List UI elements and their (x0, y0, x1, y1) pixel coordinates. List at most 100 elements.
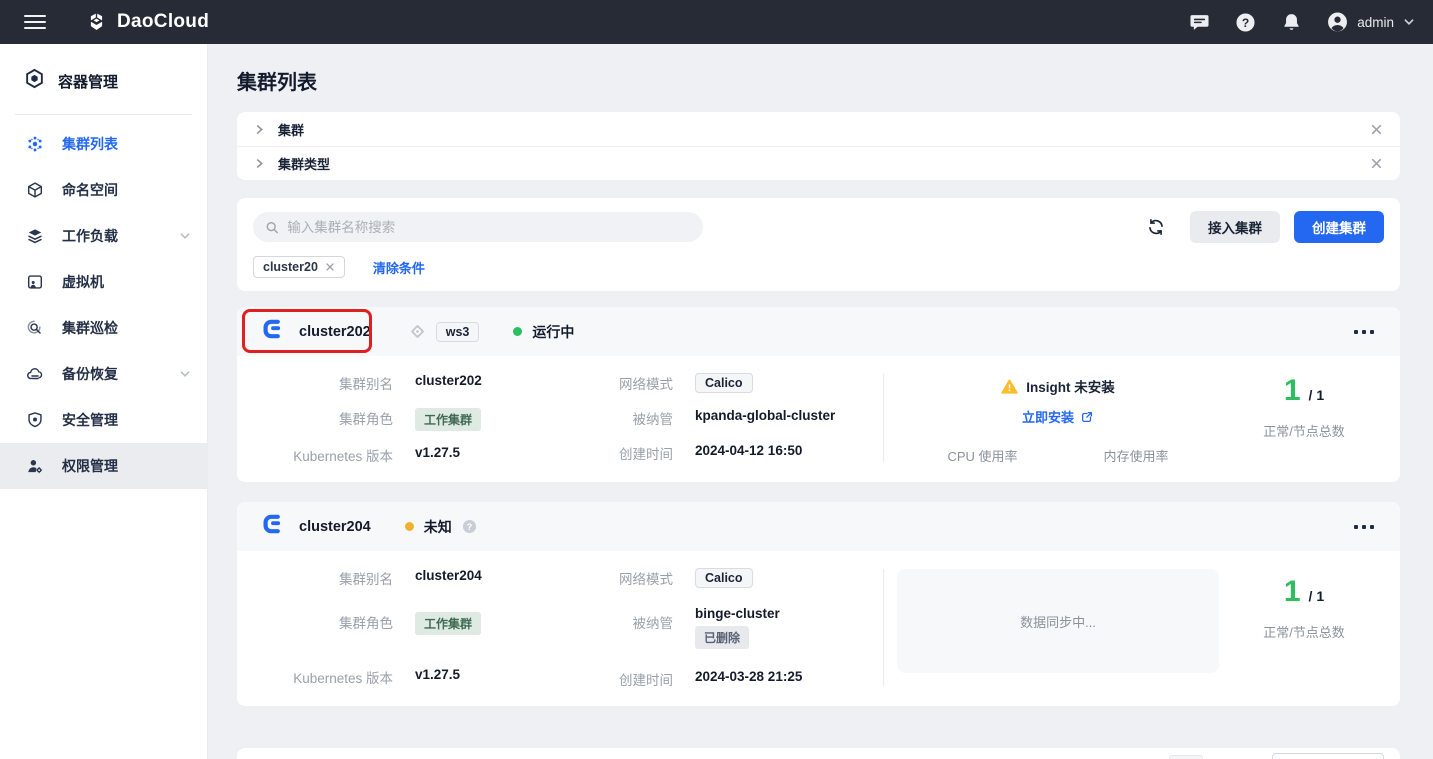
more-actions-icon[interactable] (1352, 324, 1376, 340)
sidebar-item-label: 工作负载 (62, 226, 118, 246)
main-content: 集群列表 集群 集群类型 (208, 44, 1433, 759)
field-value: binge-cluster (695, 606, 780, 621)
field-label: 集群别名 (261, 370, 393, 393)
create-cluster-button[interactable]: 创建集群 (1294, 211, 1384, 243)
filter-label: 集群 (278, 120, 304, 139)
role-tag: 工作集群 (415, 408, 481, 431)
brand: DaoCloud (86, 11, 209, 33)
bell-icon[interactable] (1281, 12, 1302, 33)
status-dot (513, 327, 522, 336)
nodes-section: 1 / 1 正常/节点总数 (1232, 565, 1376, 690)
user-menu[interactable]: admin (1327, 12, 1415, 33)
search-panel: 接入集群 创建集群 cluster20 清除条件 (237, 198, 1400, 291)
topbar-actions: ? admin (1189, 12, 1415, 33)
nodes-section: 1 / 1 正常/节点总数 (1232, 370, 1376, 466)
sidebar-item-namespace[interactable]: 命名空间 (0, 167, 207, 213)
field-label: 集群角色 (261, 609, 393, 632)
sidebar: 容器管理 集群列表 命名空间 工作负载 (0, 44, 208, 759)
cluster-name[interactable]: cluster202 (299, 324, 371, 340)
chevron-right-icon (254, 124, 265, 135)
chevron-down-icon (1403, 16, 1415, 28)
data-syncing-box: 数据同步中... (897, 569, 1219, 673)
workspace-tag: ws3 (436, 322, 480, 342)
backup-icon (26, 365, 44, 383)
field-label: 网络模式 (583, 370, 673, 393)
field-value: 2024-04-12 16:50 (695, 440, 802, 458)
insight-warning-text: Insight 未安装 (1026, 376, 1115, 396)
chip-close-icon[interactable] (325, 262, 335, 272)
chevron-right-icon (254, 158, 265, 169)
install-now-link[interactable]: 立即安装 (1022, 407, 1074, 426)
field-value: v1.27.5 (415, 442, 460, 460)
search-box (253, 212, 703, 242)
page-number-input[interactable] (1169, 755, 1203, 759)
topbar: DaoCloud ? (0, 0, 1433, 44)
nodes-total-count: / 1 (1309, 387, 1325, 403)
sidebar-item-label: 集群巡检 (62, 318, 118, 338)
sidebar-item-backup-restore[interactable]: 备份恢复 (0, 351, 207, 397)
sidebar-item-security[interactable]: 安全管理 (0, 397, 207, 443)
sidebar-item-label: 备份恢复 (62, 364, 118, 384)
menu-toggle-icon[interactable] (24, 15, 46, 29)
more-actions-icon[interactable] (1352, 519, 1376, 535)
data-syncing-text: 数据同步中... (1020, 612, 1096, 631)
cluster-list-icon (26, 135, 44, 153)
user-gear-icon (26, 457, 44, 475)
namespace-icon (26, 181, 44, 199)
status-help-icon[interactable]: ? (462, 519, 477, 534)
sidebar-item-cluster-inspection[interactable]: 集群巡检 (0, 305, 207, 351)
network-tag: Calico (695, 568, 753, 588)
shield-icon (26, 411, 44, 429)
workspace-icon (409, 323, 426, 340)
role-tag: 工作集群 (415, 612, 481, 635)
join-cluster-button[interactable]: 接入集群 (1190, 211, 1280, 243)
clear-filters-link[interactable]: 清除条件 (373, 258, 425, 277)
sidebar-item-label: 安全管理 (62, 410, 118, 430)
chevron-down-icon (179, 230, 191, 242)
nodes-caption: 正常/节点总数 (1263, 421, 1345, 440)
cluster-card-body: 集群别名 cluster202 集群角色 工作集群 Kubernetes 版本 … (237, 356, 1400, 482)
sidebar-item-virtual-machine[interactable]: 虚拟机 (0, 259, 207, 305)
sync-section: 数据同步中... (884, 565, 1232, 690)
user-name: admin (1357, 15, 1394, 30)
workload-icon (26, 227, 44, 245)
nodes-ready-count: 1 (1284, 376, 1301, 406)
nodes-ready-count: 1 (1284, 577, 1301, 607)
filter-row-cluster[interactable]: 集群 (237, 112, 1400, 146)
cluster-name[interactable]: cluster204 (299, 519, 371, 535)
cluster-card-header: cluster202 ws3 运行中 (237, 307, 1400, 356)
field-value: cluster202 (415, 370, 482, 388)
cluster-card-header: cluster204 未知 ? (237, 502, 1400, 551)
pagination-bar: 共 2 项 / 1 10 项 (237, 748, 1400, 759)
field-label: 集群别名 (261, 565, 393, 588)
sidebar-item-cluster-list[interactable]: 集群列表 (0, 121, 207, 167)
svg-text:?: ? (467, 522, 472, 532)
sidebar-item-workload[interactable]: 工作负载 (0, 213, 207, 259)
filter-row-cluster-type[interactable]: 集群类型 (237, 146, 1400, 180)
vm-icon (26, 273, 44, 291)
close-icon[interactable] (1370, 123, 1383, 136)
deleted-tag: 已删除 (695, 626, 749, 649)
avatar (1327, 12, 1348, 33)
inspection-icon (26, 319, 44, 337)
field-label: 被纳管 (583, 603, 673, 632)
close-icon[interactable] (1370, 157, 1383, 170)
refresh-icon[interactable] (1146, 217, 1166, 237)
message-icon[interactable] (1189, 12, 1210, 33)
field-value: 2024-03-28 21:25 (695, 666, 802, 684)
sidebar-item-permissions[interactable]: 权限管理 (0, 443, 207, 489)
svg-text:?: ? (1242, 15, 1249, 29)
search-input[interactable] (287, 220, 691, 235)
field-label: 被纳管 (583, 405, 673, 428)
help-icon[interactable]: ? (1235, 12, 1256, 33)
filter-label: 集群类型 (278, 154, 330, 173)
container-management-icon (24, 68, 45, 94)
cluster-status: 未知 ? (405, 517, 477, 537)
brand-name: DaoCloud (117, 11, 209, 33)
page-size-select[interactable]: 10 项 (1272, 753, 1384, 759)
cluster-status: 运行中 (513, 322, 574, 342)
sidebar-item-label: 命名空间 (62, 180, 118, 200)
field-label: 网络模式 (583, 565, 673, 588)
external-link-icon (1080, 410, 1094, 424)
field-label: Kubernetes 版本 (261, 664, 393, 687)
